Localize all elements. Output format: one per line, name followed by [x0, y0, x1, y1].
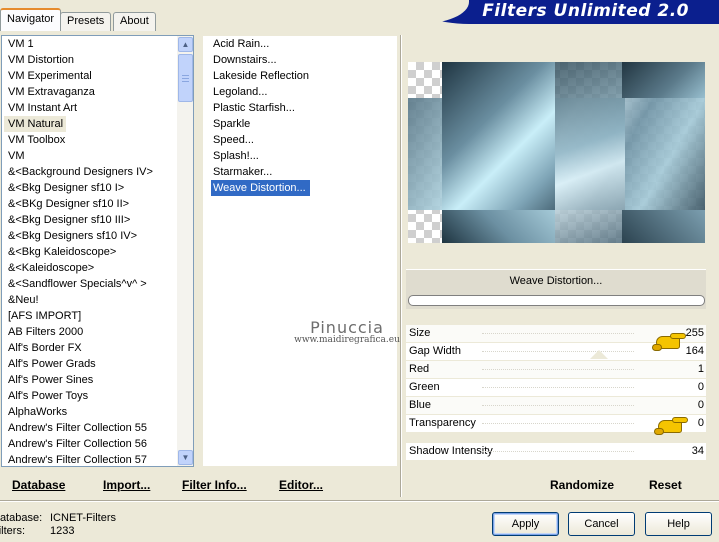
category-item[interactable]: &Neu! [2, 292, 177, 308]
help-button[interactable]: Help [645, 512, 712, 536]
chevron-up-icon[interactable]: ▲ [178, 37, 193, 52]
selected-filter-name: Weave Distortion... [509, 275, 603, 287]
tab-about[interactable]: About [113, 12, 156, 31]
randomize-button[interactable]: Randomize [550, 478, 614, 492]
filter-item[interactable]: Starmaker... [203, 164, 397, 180]
right-toolbar: Randomize Reset [406, 475, 706, 497]
tab-strip: Navigator Presets About [0, 8, 400, 31]
header-banner: Filters Unlimited 2.0 [409, 0, 719, 24]
category-item[interactable]: [AFS IMPORT] [2, 308, 177, 324]
category-item[interactable]: Alf's Power Sines [2, 372, 177, 388]
filter-item[interactable]: Splash!... [203, 148, 397, 164]
filter-item[interactable]: Plastic Starfish... [203, 100, 397, 116]
category-item[interactable]: VM Extravaganza [2, 84, 177, 100]
category-item[interactable]: &<BKg Designer sf10 II> [2, 196, 177, 212]
category-scrollbar[interactable]: ▲ ▼ [177, 35, 194, 467]
preview-image [408, 62, 705, 243]
scrollbar-thumb[interactable] [178, 54, 193, 102]
pointing-hand-icon [652, 416, 688, 436]
category-item[interactable]: &<Bkg Designers sf10 IV> [2, 228, 177, 244]
category-item[interactable]: &<Sandflower Specials^v^ > [2, 276, 177, 292]
database-label: Database: [0, 512, 43, 524]
param-shadow-intensity[interactable]: Shadow Intensity 34 [406, 443, 706, 461]
panel-divider [400, 35, 402, 497]
category-item[interactable]: VM Instant Art [2, 100, 177, 116]
category-item[interactable]: AB Filters 2000 [2, 324, 177, 340]
filter-item[interactable]: Downstairs... [203, 52, 397, 68]
cancel-button[interactable]: Cancel [568, 512, 635, 536]
category-item[interactable]: &<Kaleidoscope> [2, 260, 177, 276]
apply-button[interactable]: Apply [492, 512, 559, 536]
filter-item[interactable]: Acid Rain... [203, 36, 397, 52]
pointing-hand-icon [650, 332, 686, 352]
database-value: ICNET-Filters [50, 512, 116, 524]
category-item[interactable]: VM Natural [4, 116, 66, 132]
category-item[interactable]: &<Bkg Designer sf10 III> [2, 212, 177, 228]
tab-presets[interactable]: Presets [60, 12, 112, 31]
category-item[interactable]: &<Bkg Kaleidoscope> [2, 244, 177, 260]
filter-item[interactable]: Lakeside Reflection [203, 68, 397, 84]
progress-bar [408, 295, 705, 306]
editor-button[interactable]: Editor... [279, 478, 323, 492]
category-item[interactable]: Alf's Power Grads [2, 356, 177, 372]
category-item[interactable]: Alf's Border FX [2, 340, 177, 356]
filter-item[interactable]: Speed... [203, 132, 397, 148]
tab-navigator[interactable]: Navigator [0, 8, 62, 31]
filter-info-button[interactable]: Filter Info... [182, 478, 247, 492]
category-item[interactable]: &<Bkg Designer sf10 I> [2, 180, 177, 196]
param-green[interactable]: Green 0 [406, 379, 706, 397]
import-button[interactable]: Import... [103, 478, 150, 492]
chevron-down-icon[interactable]: ▼ [178, 450, 193, 465]
filter-item[interactable]: Weave Distortion... [211, 180, 310, 196]
category-item[interactable]: &<Background Designers IV> [2, 164, 177, 180]
category-item[interactable]: Alf's Power Toys [2, 388, 177, 404]
filter-list[interactable]: Acid Rain... Downstairs... Lakeside Reflec… [202, 35, 398, 467]
category-item[interactable]: AlphaWorks [2, 404, 177, 420]
filters-label: Filters: [0, 525, 25, 537]
slider-thumb[interactable] [590, 350, 608, 359]
filter-name-panel: Weave Distortion... [406, 269, 706, 309]
footer-divider [0, 500, 719, 502]
category-item[interactable]: Andrew's Filter Collection 56 [2, 436, 177, 452]
app-title: Filters Unlimited 2.0 [482, 1, 689, 21]
param-blue[interactable]: Blue 0 [406, 397, 706, 415]
category-item[interactable]: Andrew's Filter Collection 55 [2, 420, 177, 436]
filters-count: 1233 [50, 525, 75, 537]
reset-button[interactable]: Reset [649, 478, 682, 492]
category-item[interactable]: VM [2, 148, 177, 164]
param-red[interactable]: Red 1 [406, 361, 706, 379]
category-item[interactable]: VM 1 [2, 36, 177, 52]
category-item[interactable]: VM Toolbox [2, 132, 177, 148]
database-button[interactable]: Database [12, 478, 65, 492]
category-item[interactable]: VM Distortion [2, 52, 177, 68]
left-toolbar: Database Import... Filter Info... Editor… [0, 475, 400, 497]
category-item[interactable]: VM Experimental [2, 68, 177, 84]
filter-item[interactable]: Legoland... [203, 84, 397, 100]
filter-item[interactable]: Sparkle [203, 116, 397, 132]
category-item[interactable]: Andrew's Filter Collection 57 [2, 452, 177, 466]
category-list[interactable]: VM 1 VM Distortion VM Experimental VM Extra… [1, 35, 177, 467]
